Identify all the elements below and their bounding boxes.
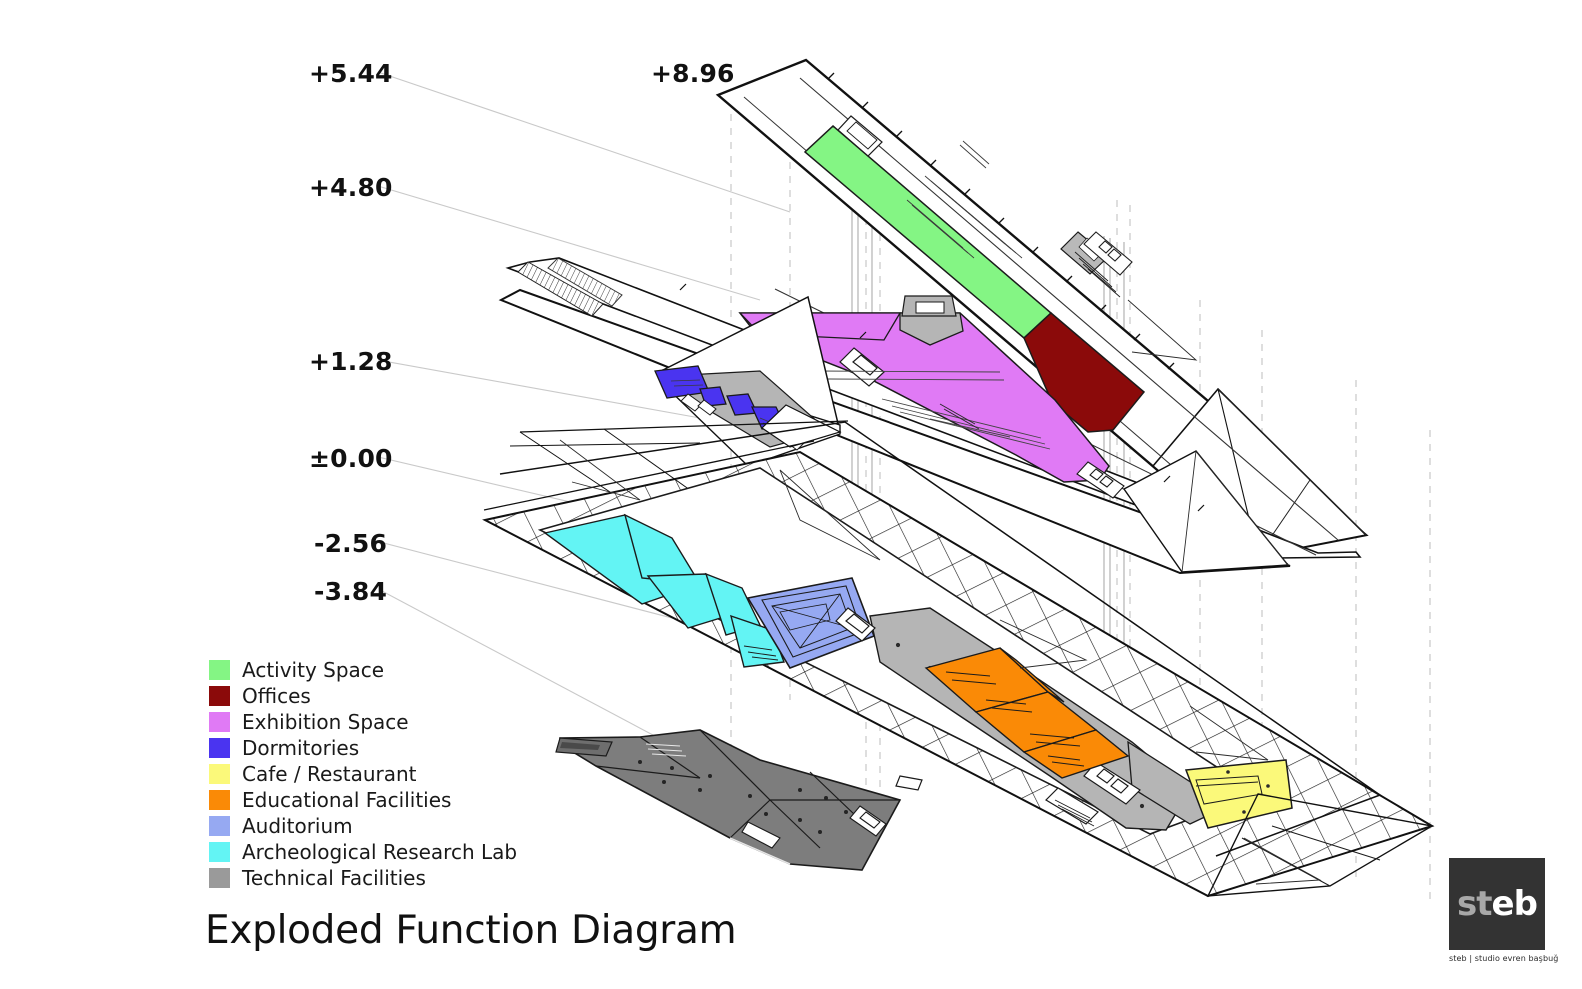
logo-wordmark-suffix: eb — [1491, 884, 1538, 924]
legend-item-educational-facilities: Educational Facilities — [209, 787, 569, 813]
legend-item-cafe-restaurant: Cafe / Restaurant — [209, 761, 569, 787]
elevation-label-neg-3-84: -3.84 — [314, 577, 388, 606]
logo-wordmark-prefix: st — [1457, 884, 1492, 924]
legend-item-dormitories: Dormitories — [209, 735, 569, 761]
legend-item-exhibition-space: Exhibition Space — [209, 709, 569, 735]
legend-label-offices: Offices — [242, 684, 311, 708]
legend-item-auditorium: Auditorium — [209, 813, 569, 839]
legend-label-archeological-research-lab: Archeological Research Lab — [242, 840, 518, 864]
elevation-label-neg-2-56: -2.56 — [314, 529, 388, 558]
legend-swatch-technical-facilities — [209, 868, 230, 888]
legend-label-activity-space: Activity Space — [242, 658, 385, 682]
legend-label-educational-facilities: Educational Facilities — [242, 788, 452, 812]
legend-label-dormitories: Dormitories — [242, 736, 360, 760]
diagram-canvas: +8.96 +5.44 +4.80 +1.28 ±0.00 -2.56 -3.8… — [0, 0, 1582, 989]
legend-swatch-educational-facilities — [209, 790, 230, 810]
floor-plate-basement — [555, 729, 902, 871]
logo-mark: steb — [1449, 858, 1545, 950]
elevation-label-4-80: +4.80 — [309, 173, 393, 202]
legend-swatch-exhibition-space — [209, 712, 230, 732]
legend-item-activity-space: Activity Space — [209, 657, 569, 683]
legend-swatch-activity-space — [209, 660, 230, 680]
legend-swatch-dormitories — [209, 738, 230, 758]
legend-label-technical-facilities: Technical Facilities — [242, 866, 426, 890]
legend-label-exhibition-space: Exhibition Space — [242, 710, 409, 734]
legend-item-technical-facilities: Technical Facilities — [209, 865, 569, 891]
elevation-label-5-44: +5.44 — [309, 59, 393, 88]
legend-swatch-archeological-research-lab — [209, 842, 230, 862]
studio-logo: steb steb | studio evren başbuğ — [1449, 858, 1559, 963]
legend-item-archeological-research-lab: Archeological Research Lab — [209, 839, 569, 865]
legend-item-offices: Offices — [209, 683, 569, 709]
elevation-label-1-28: +1.28 — [309, 347, 393, 376]
legend-swatch-offices — [209, 686, 230, 706]
elevation-label-0-00: ±0.00 — [309, 444, 393, 473]
logo-caption: steb | studio evren başbuğ — [1449, 954, 1559, 963]
legend-swatch-cafe-restaurant — [209, 764, 230, 784]
page-title: Exploded Function Diagram — [205, 908, 737, 953]
legend-label-auditorium: Auditorium — [242, 814, 353, 838]
legend: Activity Space Offices Exhibition Space … — [209, 657, 569, 891]
legend-label-cafe-restaurant: Cafe / Restaurant — [242, 762, 417, 786]
logo-wordmark: steb — [1457, 884, 1538, 924]
elevation-label-8-96: +8.96 — [651, 59, 735, 88]
legend-swatch-auditorium — [209, 816, 230, 836]
